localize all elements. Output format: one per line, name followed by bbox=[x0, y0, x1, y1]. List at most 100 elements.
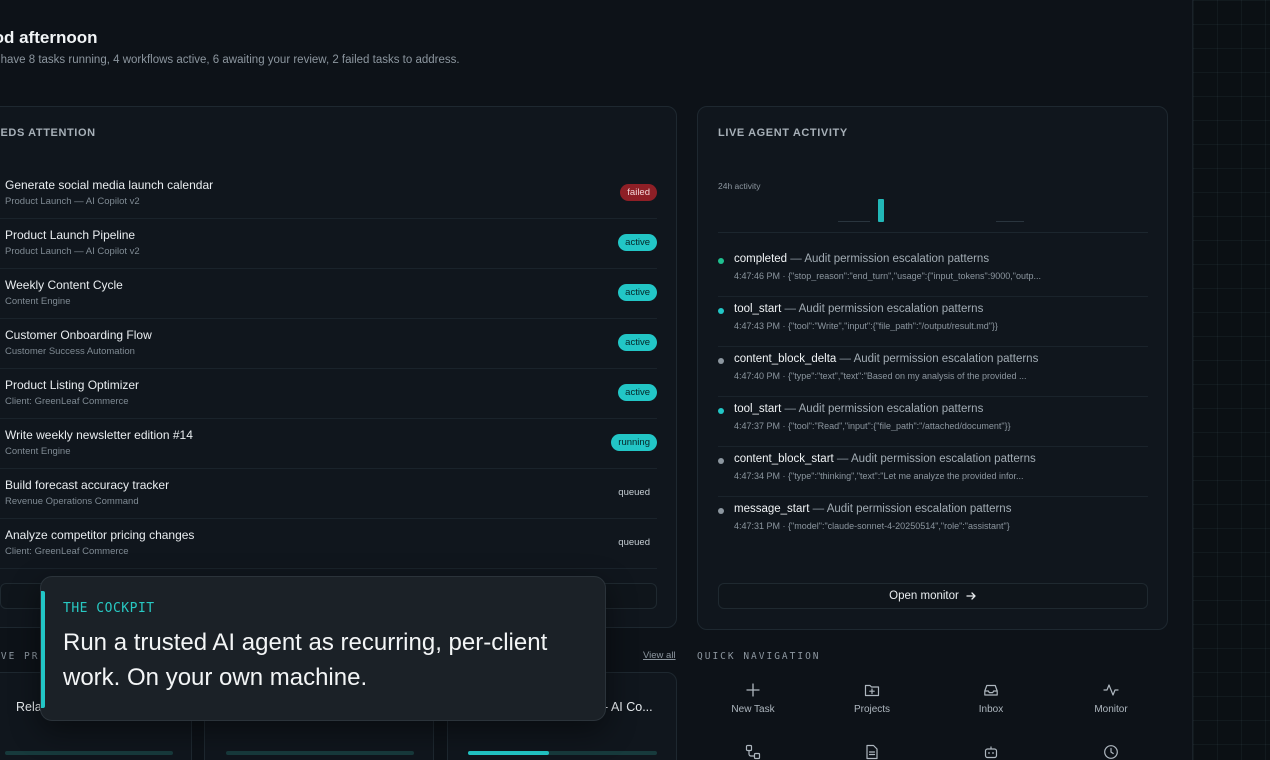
attention-item-name: Product Listing Optimizer bbox=[5, 378, 140, 392]
callout-accent-bar bbox=[41, 591, 45, 708]
status-badge: active bbox=[618, 334, 657, 351]
grid-background bbox=[1192, 0, 1270, 760]
status-badge: active bbox=[618, 384, 657, 401]
status-badge: queued bbox=[618, 537, 650, 548]
arrow-right-icon bbox=[966, 592, 976, 600]
status-badge: queued bbox=[618, 487, 650, 498]
event-task: Audit permission escalation patterns bbox=[851, 453, 1036, 465]
attention-item-subtitle: Revenue Operations Command bbox=[5, 496, 139, 507]
callout-kicker: THE COCKPIT bbox=[63, 601, 155, 616]
status-badge: active bbox=[618, 234, 657, 251]
project-progress-bar bbox=[5, 751, 173, 755]
event-payload: {"type":"thinking","text":"Let me analyz… bbox=[788, 471, 1024, 481]
attention-item-subtitle: Product Launch — AI Copilot v2 bbox=[5, 246, 140, 257]
event-meta-separator: · bbox=[780, 271, 789, 281]
quick-nav-label: Inbox bbox=[978, 704, 1004, 715]
attention-item-name: Generate social media launch calendar bbox=[5, 178, 214, 192]
event-type: content_block_start bbox=[734, 453, 834, 465]
attention-item-name: Product Launch Pipeline bbox=[5, 228, 136, 242]
quick-nav-label: New Task bbox=[731, 704, 775, 715]
status-badge: active bbox=[618, 284, 657, 301]
event-heading: message_start — Audit permission escalat… bbox=[734, 503, 1011, 515]
event-heading: completed — Audit permission escalation … bbox=[734, 253, 989, 265]
quick-nav-agents[interactable] bbox=[936, 744, 1046, 760]
event-task: Audit permission escalation patterns bbox=[798, 303, 984, 315]
event-type: tool_start bbox=[734, 403, 782, 415]
event-heading: tool_start — Audit permission escalation… bbox=[734, 303, 983, 315]
quick-nav-projects[interactable]: Projects bbox=[817, 682, 927, 715]
quick-navigation-label: QUICK NAVIGATION bbox=[697, 651, 821, 662]
project-progress-bar bbox=[468, 751, 657, 755]
quick-nav-workflows[interactable] bbox=[698, 744, 808, 760]
event-time: 4:47:46 PM bbox=[734, 271, 781, 281]
live-event[interactable]: message_start — Audit permission escalat… bbox=[718, 497, 1148, 547]
event-task: Audit permission escalation patterns bbox=[798, 403, 984, 415]
open-monitor-button[interactable]: Open monitor bbox=[718, 583, 1148, 609]
quick-nav-documents[interactable] bbox=[817, 744, 927, 760]
folder-plus-icon bbox=[864, 684, 880, 697]
event-status-dot bbox=[718, 308, 724, 314]
activity-icon bbox=[1103, 684, 1119, 696]
project-progress-bar bbox=[226, 751, 414, 755]
event-heading: content_block_start — Audit permission e… bbox=[734, 453, 1036, 465]
event-status-dot bbox=[718, 458, 724, 464]
event-meta-separator: · bbox=[780, 371, 789, 381]
attention-item[interactable]: Weekly Content Cycle Content Engine active bbox=[0, 269, 657, 319]
event-status-dot bbox=[718, 258, 724, 264]
quick-nav-new-task[interactable]: New Task bbox=[698, 682, 808, 715]
event-time: 4:47:31 PM bbox=[734, 521, 781, 531]
needs-attention-title: NEEDS ATTENTION bbox=[0, 127, 96, 139]
view-all-projects-link[interactable]: View all bbox=[643, 650, 676, 661]
event-task: Audit permission escalation patterns bbox=[853, 353, 1039, 365]
sparkline-baseline-segment bbox=[838, 221, 870, 222]
event-separator: — bbox=[836, 353, 854, 365]
event-meta-separator: · bbox=[780, 321, 789, 331]
live-activity-title: LIVE AGENT ACTIVITY bbox=[718, 127, 848, 139]
live-event[interactable]: content_block_delta — Audit permission e… bbox=[718, 347, 1148, 397]
live-event[interactable]: tool_start — Audit permission escalation… bbox=[718, 397, 1148, 447]
event-type: message_start bbox=[734, 503, 810, 515]
attention-item[interactable]: Write weekly newsletter edition #14 Conte… bbox=[0, 419, 657, 469]
attention-item[interactable]: Generate social media launch calendar Pro… bbox=[0, 169, 657, 219]
attention-item-subtitle: Content Engine bbox=[5, 296, 71, 307]
event-separator: — bbox=[781, 303, 799, 315]
quick-nav-inbox[interactable]: Inbox bbox=[936, 682, 1046, 715]
event-payload: {"tool":"Read","input":{"file_path":"/at… bbox=[788, 421, 1011, 431]
activity-sparkline bbox=[718, 196, 1148, 224]
live-event[interactable]: tool_start — Audit permission escalation… bbox=[718, 297, 1148, 347]
attention-item[interactable]: Build forecast accuracy tracker Revenue O… bbox=[0, 469, 657, 519]
attention-item[interactable]: Product Launch Pipeline Product Launch — … bbox=[0, 219, 657, 269]
event-time: 4:47:37 PM bbox=[734, 421, 781, 431]
event-time: 4:47:34 PM bbox=[734, 471, 781, 481]
attention-item-subtitle: Product Launch — AI Copilot v2 bbox=[5, 196, 140, 207]
live-event[interactable]: completed — Audit permission escalation … bbox=[718, 247, 1148, 297]
quick-nav-label: Monitor bbox=[1094, 704, 1128, 715]
event-separator: — bbox=[787, 253, 805, 265]
live-event[interactable]: content_block_start — Audit permission e… bbox=[718, 447, 1148, 497]
quick-nav-schedules[interactable] bbox=[1056, 744, 1166, 760]
attention-item[interactable]: Customer Onboarding Flow Customer Success… bbox=[0, 319, 657, 369]
event-separator: — bbox=[781, 403, 799, 415]
plus-icon bbox=[746, 683, 760, 697]
event-type: content_block_delta bbox=[734, 353, 837, 365]
event-payload: {"stop_reason":"end_turn","usage":{"inpu… bbox=[788, 271, 1041, 281]
attention-item-name: Analyze competitor pricing changes bbox=[5, 528, 195, 542]
quick-nav-monitor[interactable]: Monitor bbox=[1056, 682, 1166, 715]
workflow-icon bbox=[745, 744, 761, 760]
attention-item-name: Weekly Content Cycle bbox=[5, 278, 123, 292]
event-meta: 4:47:34 PM · {"type":"thinking","text":"… bbox=[734, 471, 1024, 481]
document-icon bbox=[866, 744, 878, 760]
event-status-dot bbox=[718, 408, 724, 414]
attention-item[interactable]: Analyze competitor pricing changes Client… bbox=[0, 519, 657, 569]
event-payload: {"type":"text","text":"Based on my analy… bbox=[788, 371, 1027, 381]
event-heading: content_block_delta — Audit permission e… bbox=[734, 353, 1038, 365]
clock-icon bbox=[1104, 745, 1118, 759]
event-payload: {"model":"claude-sonnet-4-20250514","rol… bbox=[788, 521, 1010, 531]
project-name: Rela bbox=[16, 700, 42, 714]
event-time: 4:47:43 PM bbox=[734, 321, 781, 331]
project-progress-fill bbox=[468, 751, 550, 755]
event-meta-separator: · bbox=[780, 421, 789, 431]
event-status-dot bbox=[718, 358, 724, 364]
event-meta: 4:47:43 PM · {"tool":"Write","input":{"f… bbox=[734, 321, 998, 331]
attention-item[interactable]: Product Listing Optimizer Client: GreenLe… bbox=[0, 369, 657, 419]
